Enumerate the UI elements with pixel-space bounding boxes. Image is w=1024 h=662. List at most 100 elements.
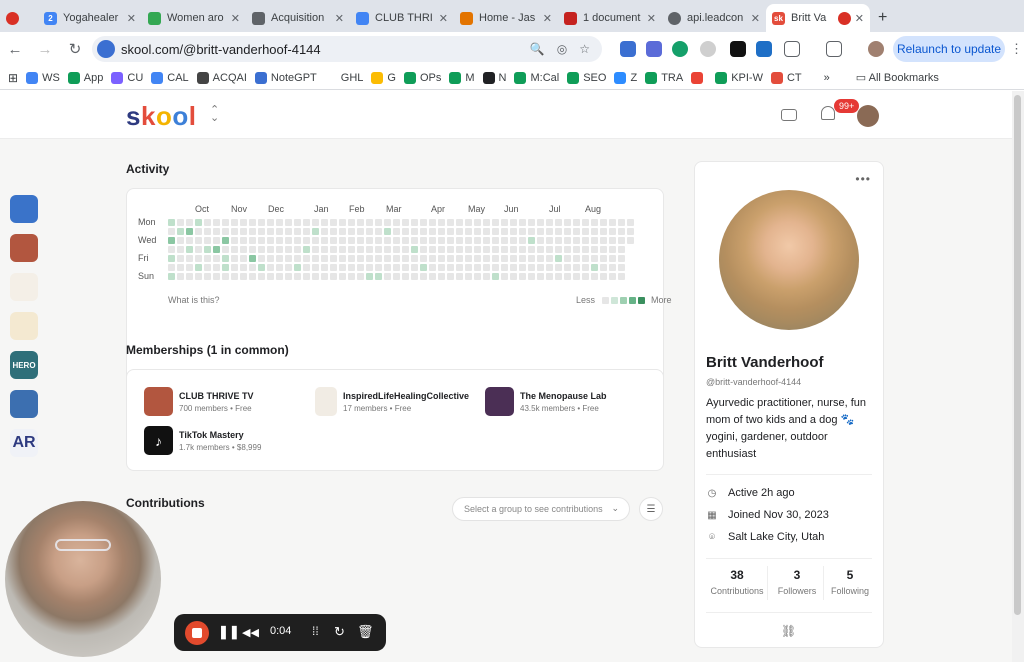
all-bookmarks-button[interactable]: ▭ All Bookmarks bbox=[856, 71, 939, 84]
bookmark-label: OPs bbox=[419, 71, 442, 84]
restart-icon[interactable]: ↻ bbox=[334, 624, 345, 640]
zoom-icon[interactable]: 🔍 bbox=[530, 42, 545, 56]
bookmark-item[interactable]: Z bbox=[614, 71, 637, 84]
contributions-stat[interactable]: 38 Contributions bbox=[709, 568, 765, 596]
relaunch-button[interactable]: Relaunch to update bbox=[893, 36, 1005, 62]
group-switcher-chevron-icon[interactable]: ⌃ ⌄ bbox=[210, 105, 219, 124]
star-icon[interactable]: ☆ bbox=[579, 42, 590, 56]
extension-icon[interactable] bbox=[730, 41, 746, 57]
close-tab-icon[interactable]: ✕ bbox=[439, 12, 448, 25]
bookmark-item[interactable]: CAL bbox=[151, 71, 189, 84]
site-info-icon[interactable] bbox=[97, 40, 115, 58]
group-rail-icon[interactable] bbox=[10, 390, 38, 418]
what-is-this-link[interactable]: What is this? bbox=[168, 295, 220, 305]
profile-avatar-icon[interactable] bbox=[868, 41, 884, 57]
browser-tab[interactable]: api.leadcon ✕ bbox=[662, 4, 766, 32]
group-rail-icon[interactable] bbox=[10, 273, 38, 301]
browser-tab[interactable]: 1 document ✕ bbox=[558, 4, 662, 32]
group-rail-icon[interactable]: AR bbox=[10, 429, 38, 457]
membership-item[interactable]: CLUB THRIVE TV 700 members • Free bbox=[144, 387, 254, 416]
chat-icon[interactable] bbox=[781, 109, 797, 121]
notifications-bell-icon[interactable] bbox=[821, 106, 835, 120]
bookmark-item[interactable]: TRA bbox=[645, 71, 683, 84]
bookmark-item[interactable]: G bbox=[371, 71, 396, 84]
bookmark-item[interactable]: App bbox=[67, 71, 103, 84]
tab-search-icon[interactable] bbox=[826, 41, 842, 57]
bookmark-item[interactable]: SEO bbox=[567, 71, 606, 84]
eye-off-icon[interactable]: ◎ bbox=[557, 42, 567, 56]
extension-icon[interactable] bbox=[646, 41, 662, 57]
heatmap-cell bbox=[573, 219, 580, 226]
browser-tab[interactable]: Home - Jas ✕ bbox=[454, 4, 558, 32]
heatmap-cell bbox=[393, 273, 400, 280]
browser-tab[interactable]: Acquisition ✕ bbox=[246, 4, 350, 32]
bookmark-item[interactable]: WS bbox=[26, 71, 60, 84]
bookmark-item[interactable]: M:Cal bbox=[514, 71, 559, 84]
puzzle-icon[interactable] bbox=[784, 41, 800, 57]
group-rail-icon[interactable] bbox=[10, 234, 38, 262]
browser-tab[interactable]: 2 Yogahealer ✕ bbox=[38, 4, 142, 32]
close-tab-icon[interactable]: ✕ bbox=[751, 12, 760, 25]
extension-icon[interactable] bbox=[672, 41, 688, 57]
bookmark-item[interactable]: GHL bbox=[324, 71, 363, 84]
extension-icon[interactable] bbox=[756, 41, 772, 57]
pause-icon[interactable]: ❚❚ bbox=[218, 624, 240, 640]
extension-icon[interactable] bbox=[700, 41, 716, 57]
skool-logo[interactable]: skool bbox=[126, 101, 196, 132]
forward-icon[interactable]: → bbox=[30, 41, 60, 58]
followers-stat[interactable]: 3 Followers bbox=[769, 568, 825, 596]
scrollbar-thumb[interactable] bbox=[1014, 95, 1021, 615]
close-tab-icon[interactable]: ✕ bbox=[335, 12, 344, 25]
back-icon[interactable]: ← bbox=[0, 41, 30, 58]
group-rail-icon[interactable]: HERO bbox=[10, 351, 38, 379]
bookmark-item[interactable]: ACQAI bbox=[196, 71, 247, 84]
close-tab-icon[interactable]: ✕ bbox=[543, 12, 552, 25]
heatmap-cell bbox=[501, 237, 508, 244]
bookmark-item[interactable]: NoteGPT bbox=[254, 71, 317, 84]
heatmap-cell bbox=[429, 255, 436, 262]
new-tab-button[interactable]: + bbox=[870, 4, 895, 32]
user-avatar[interactable] bbox=[857, 105, 879, 127]
reload-icon[interactable]: ↻ bbox=[60, 40, 90, 58]
bookmark-item[interactable]: OPs bbox=[403, 71, 442, 84]
url-bar[interactable]: skool.com/@britt-vanderhoof-4144 🔍 ◎ ☆ bbox=[92, 36, 602, 62]
extension-icon[interactable] bbox=[620, 41, 636, 57]
bookmark-item[interactable]: M bbox=[449, 71, 475, 84]
more-options-icon[interactable]: ••• bbox=[855, 172, 871, 186]
membership-item[interactable]: ♪ TikTok Mastery 1.7k members • $8,999 bbox=[144, 426, 261, 455]
heatmap-cell bbox=[339, 237, 346, 244]
close-tab-icon[interactable]: ✕ bbox=[127, 12, 136, 25]
group-rail-icon[interactable] bbox=[10, 195, 38, 223]
membership-item[interactable]: The Menopause Lab 43.5k members • Free bbox=[485, 387, 607, 416]
group-select-dropdown[interactable]: Select a group to see contributions ⌄ bbox=[452, 497, 630, 521]
heatmap-cell bbox=[357, 246, 364, 253]
trash-icon[interactable]: 🗑 bbox=[357, 624, 374, 640]
membership-item[interactable]: InspiredLifeHealingCollective 17 members … bbox=[315, 387, 469, 416]
close-tab-icon[interactable]: ✕ bbox=[231, 12, 240, 25]
link-icon[interactable]: ⛓ bbox=[781, 624, 796, 638]
following-stat[interactable]: 5 Following bbox=[822, 568, 878, 596]
more-bookmarks-button[interactable]: » bbox=[824, 72, 830, 84]
browser-tab[interactable] bbox=[0, 4, 38, 32]
stop-recording-button[interactable] bbox=[185, 621, 209, 645]
rewind-icon[interactable]: ◀◀ bbox=[242, 626, 259, 639]
browser-tab[interactable]: CLUB THRI ✕ bbox=[350, 4, 454, 32]
group-rail-icon[interactable] bbox=[10, 312, 38, 340]
heatmap-cell bbox=[492, 228, 499, 235]
heatmap-cell bbox=[609, 246, 616, 253]
url-text[interactable]: skool.com/@britt-vanderhoof-4144 bbox=[121, 42, 530, 57]
close-tab-icon[interactable]: ✕ bbox=[855, 12, 864, 25]
bookmark-item[interactable] bbox=[691, 71, 707, 84]
browser-tab[interactable]: Women aro ✕ bbox=[142, 4, 246, 32]
browser-menu-icon[interactable]: ⋮ bbox=[1010, 41, 1023, 57]
webcam-overlay[interactable] bbox=[5, 501, 161, 657]
bookmark-item[interactable]: CT bbox=[770, 71, 802, 84]
apps-grid-icon[interactable]: ⊞ bbox=[8, 71, 18, 85]
bookmark-item[interactable]: N bbox=[482, 71, 506, 84]
filter-settings-icon[interactable]: ☰ bbox=[639, 497, 663, 521]
browser-tab-active[interactable]: sk Britt Va ✕ bbox=[766, 4, 870, 32]
grid-icon[interactable]: ⁞⁞ bbox=[312, 624, 319, 638]
bookmark-item[interactable]: KPI-W bbox=[715, 71, 763, 84]
close-tab-icon[interactable]: ✕ bbox=[647, 12, 656, 25]
bookmark-item[interactable]: CU bbox=[111, 71, 143, 84]
